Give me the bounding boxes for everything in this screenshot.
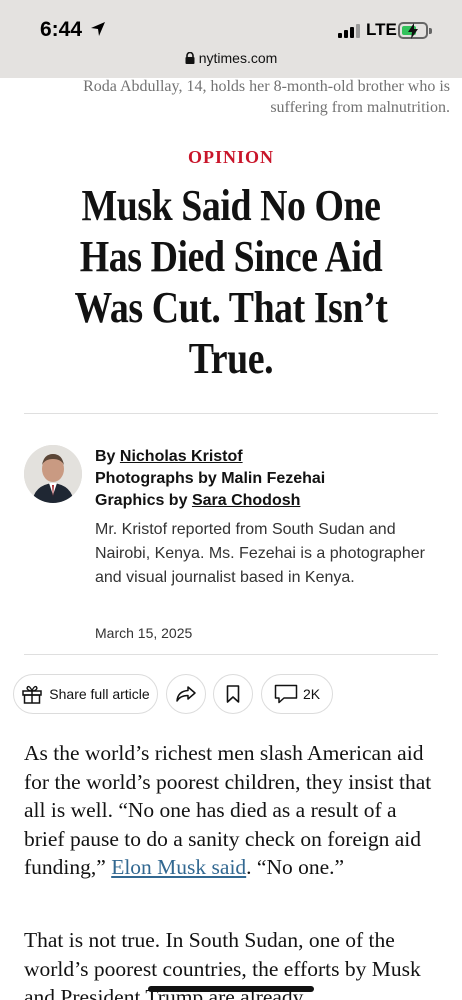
section-kicker[interactable]: OPINION xyxy=(0,147,462,168)
photographs-credit: Photographs by Malin Fezehai xyxy=(95,470,326,487)
forward-button[interactable] xyxy=(166,674,206,714)
share-full-article-button[interactable]: Share full article xyxy=(13,674,158,714)
save-button[interactable] xyxy=(213,674,253,714)
article-headline: Musk Said No One Has Died Since Aid Was … xyxy=(74,181,388,383)
author-avatar[interactable] xyxy=(24,445,82,503)
battery-charging-icon xyxy=(398,22,432,39)
share-label: Share full article xyxy=(49,686,150,702)
musk-quote-link[interactable]: Elon Musk said xyxy=(111,855,246,879)
article-paragraph: As the world’s richest men slash America… xyxy=(24,739,442,882)
lock-icon xyxy=(185,52,195,64)
byline: By Nicholas Kristof Photographs by Malin… xyxy=(95,446,325,512)
paragraph-text: . “No one.” xyxy=(246,855,345,879)
network-type: LTE xyxy=(366,20,397,39)
publish-date: March 15, 2025 xyxy=(95,625,193,641)
address-bar[interactable]: nytimes.com xyxy=(0,50,462,66)
comment-count: 2K xyxy=(302,686,321,702)
comment-icon xyxy=(274,684,298,704)
divider xyxy=(24,654,438,655)
divider xyxy=(24,413,438,414)
status-bar: 6:44 LTE nytimes.com xyxy=(0,0,462,78)
author-link[interactable]: Nicholas Kristof xyxy=(120,448,243,465)
url-text: nytimes.com xyxy=(198,50,278,66)
byline-prefix: By xyxy=(95,448,116,465)
photo-caption: Roda Abdullay, 14, holds her 8-month-old… xyxy=(83,78,450,116)
gift-icon xyxy=(22,685,43,704)
forward-icon xyxy=(176,686,196,702)
bookmark-icon xyxy=(226,685,240,703)
graphics-author-link[interactable]: Sara Chodosh xyxy=(192,492,300,509)
home-indicator[interactable] xyxy=(148,986,314,992)
reporting-note: Mr. Kristof reported from South Sudan an… xyxy=(95,521,425,586)
signal-icon xyxy=(338,24,360,38)
location-arrow-icon xyxy=(91,22,105,36)
comments-button[interactable]: 2K xyxy=(261,674,333,714)
status-time: 6:44 xyxy=(40,18,83,41)
graphics-prefix: Graphics by xyxy=(95,492,188,509)
